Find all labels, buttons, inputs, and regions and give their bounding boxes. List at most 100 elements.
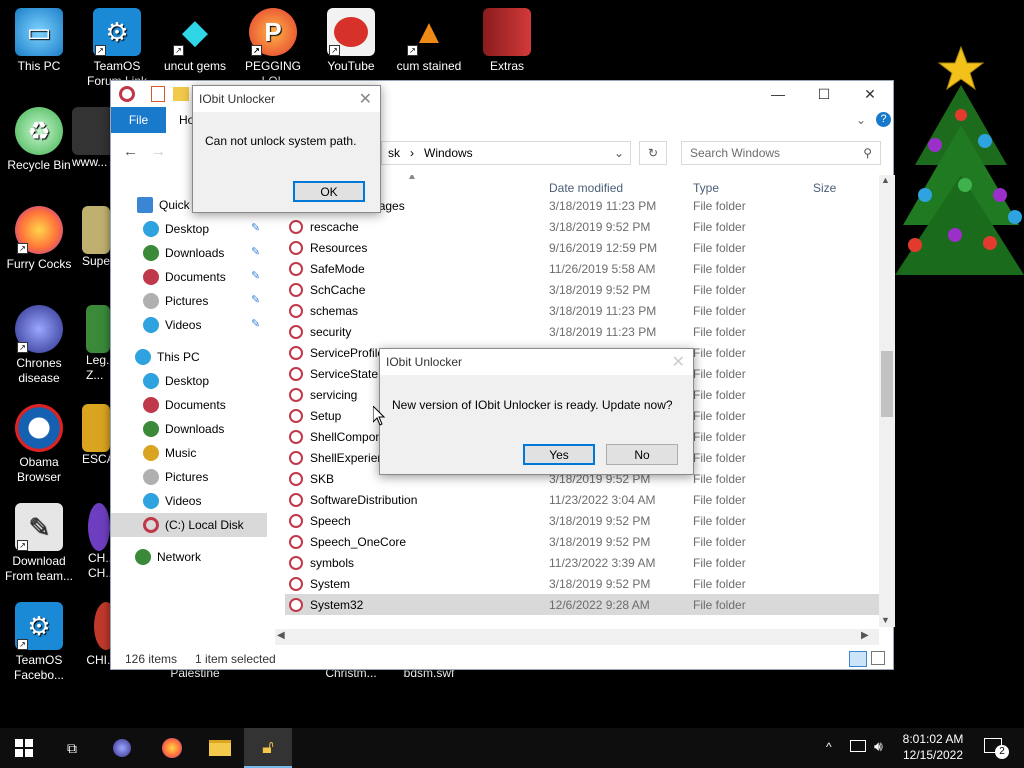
clock[interactable]: 8:01:02 AM 12/15/2022 bbox=[896, 731, 970, 763]
file-name-cell[interactable]: System32 bbox=[289, 597, 363, 612]
file-name-cell[interactable]: SKB bbox=[289, 471, 334, 486]
volume-icon[interactable]: 🔊︎ bbox=[874, 738, 883, 755]
scroll-up-icon[interactable]: ▲ bbox=[881, 175, 890, 185]
desktop-icon-esca[interactable]: ESCA... bbox=[82, 404, 110, 467]
pin-icon[interactable]: ✎ bbox=[251, 221, 260, 234]
desktop-icon-this-pc[interactable]: ▭ This PC bbox=[0, 8, 78, 74]
table-row[interactable]: SchCache 3/18/2019 9:52 PM File folder bbox=[285, 279, 879, 300]
forward-arrow-icon[interactable]: → bbox=[151, 143, 166, 160]
file-name-cell[interactable]: ServiceState bbox=[289, 366, 378, 381]
breadcrumb-separator-icon[interactable]: › bbox=[410, 146, 414, 160]
file-name-cell[interactable]: security bbox=[289, 324, 351, 339]
search-icon[interactable]: ⚲ bbox=[863, 146, 872, 160]
nav-this-pc[interactable]: This PC bbox=[135, 345, 200, 369]
file-name-cell[interactable]: Setup bbox=[289, 408, 341, 423]
pin-icon[interactable]: ✎ bbox=[251, 269, 260, 282]
nav-quick-access[interactable]: Quick a bbox=[137, 193, 200, 217]
desktop-icon-uncut-gems[interactable]: ◆ ↗ uncut gems bbox=[156, 8, 234, 74]
file-name-cell[interactable]: symbols bbox=[289, 555, 354, 570]
file-name-cell[interactable]: servicing bbox=[289, 387, 357, 402]
desktop-icon-teamos-facebook[interactable]: ⚙ ↗ TeamOS Facebo... bbox=[0, 602, 78, 683]
desktop-icon-furry-cocks[interactable]: ↗ Furry Cocks bbox=[0, 206, 78, 272]
taskbar-orb-app[interactable] bbox=[98, 728, 146, 768]
file-name-cell[interactable]: SoftwareDistribution bbox=[289, 492, 417, 507]
details-view-icon[interactable] bbox=[849, 651, 867, 667]
taskbar-firefox[interactable] bbox=[148, 728, 196, 768]
file-name-cell[interactable]: Speech bbox=[289, 513, 351, 528]
desktop-icon-cum-stained[interactable]: ▲ ↗ cum stained bbox=[390, 8, 468, 74]
nav-quick-documents[interactable]: Documents bbox=[143, 265, 226, 289]
horizontal-scrollbar[interactable]: ◀ ▶ bbox=[275, 629, 879, 645]
breadcrumb-current[interactable]: Windows bbox=[424, 146, 473, 160]
maximize-button[interactable]: ☐ bbox=[801, 81, 847, 107]
file-name-cell[interactable]: rescache bbox=[289, 219, 359, 234]
nav-local-disk[interactable]: (C:) Local Disk bbox=[111, 513, 267, 537]
pin-icon[interactable]: ✎ bbox=[251, 317, 260, 330]
refresh-icon[interactable]: ↻ bbox=[639, 141, 667, 165]
desktop-icon-chrones-disease[interactable]: ↗ Chrones disease bbox=[0, 305, 78, 386]
dialog-close-icon[interactable]: ✕ bbox=[359, 89, 372, 109]
vertical-scrollbar[interactable]: ▲ ▼ bbox=[879, 175, 895, 627]
file-name-cell[interactable]: SafeMode bbox=[289, 261, 365, 276]
table-row[interactable]: Speech_OneCore 3/18/2019 9:52 PM File fold… bbox=[285, 531, 879, 552]
desktop-icon-ch-ch[interactable]: CH... CH... bbox=[88, 503, 110, 581]
help-icon[interactable]: ? bbox=[876, 112, 891, 127]
expand-ribbon-icon[interactable]: ⌄ bbox=[856, 113, 866, 127]
nav-quick-desktop[interactable]: Desktop bbox=[143, 217, 209, 241]
file-name-cell[interactable]: Resources bbox=[289, 240, 367, 255]
nav-pc-documents[interactable]: Documents bbox=[143, 393, 226, 417]
file-name-cell[interactable]: SchCache bbox=[289, 282, 365, 297]
desktop-icon-extras[interactable]: Extras bbox=[468, 8, 546, 74]
desktop-icon-download-from-team[interactable]: ✎ ↗ Download From team... bbox=[0, 503, 78, 584]
desktop-icon-obama-browser[interactable]: Obama Browser bbox=[0, 404, 78, 485]
sort-arrow-icon[interactable]: ▲ bbox=[407, 175, 417, 182]
start-button[interactable] bbox=[0, 728, 48, 768]
address-bar[interactable]: sk › Windows ⌄ bbox=[381, 141, 631, 165]
back-arrow-icon[interactable]: ← bbox=[123, 143, 138, 160]
file-name-cell[interactable]: System bbox=[289, 576, 350, 591]
pin-icon[interactable]: ✎ bbox=[251, 293, 260, 306]
nav-quick-downloads[interactable]: Downloads bbox=[143, 241, 224, 265]
file-name-cell[interactable]: ServiceProfile bbox=[289, 345, 384, 360]
minimize-button[interactable]: — bbox=[755, 81, 801, 107]
nav-pc-downloads[interactable]: Downloads bbox=[143, 417, 224, 441]
nav-network[interactable]: Network bbox=[135, 545, 201, 569]
show-hidden-icons-icon[interactable]: ^ bbox=[826, 740, 832, 754]
table-row[interactable]: Resources 9/16/2019 12:59 PM File folder bbox=[285, 237, 879, 258]
table-row[interactable]: SafeMode 11/26/2019 5:58 AM File folder bbox=[285, 258, 879, 279]
desktop-icon-www[interactable]: www... bbox=[72, 107, 112, 170]
table-row[interactable]: symbols 11/23/2022 3:39 AM File folder bbox=[285, 552, 879, 573]
table-row[interactable]: System 3/18/2019 9:52 PM File folder bbox=[285, 573, 879, 594]
close-button[interactable]: ✕ bbox=[847, 81, 893, 107]
search-box[interactable]: Search Windows ⚲ bbox=[681, 141, 881, 165]
desktop-icon-legend-z[interactable]: Leg... Z... bbox=[86, 305, 110, 383]
desktop-icon-recycle-bin[interactable]: ♻ Recycle Bin bbox=[0, 107, 78, 173]
network-icon[interactable] bbox=[850, 740, 866, 752]
taskbar-file-explorer[interactable] bbox=[196, 728, 244, 768]
table-row[interactable]: System32 12/6/2022 9:28 AM File folder bbox=[285, 594, 879, 615]
nav-pc-music[interactable]: Music bbox=[143, 441, 196, 465]
desktop-icon-youtube[interactable]: ↗ YouTube bbox=[312, 8, 390, 74]
file-name-cell[interactable]: schemas bbox=[289, 303, 358, 318]
scroll-right-icon[interactable]: ▶ bbox=[861, 630, 869, 641]
large-icons-view-icon[interactable] bbox=[871, 651, 885, 665]
properties-icon[interactable] bbox=[151, 86, 165, 102]
desktop-icon-pegging[interactable]: P↗ PEGGING LOL bbox=[234, 8, 312, 89]
notification-center-icon[interactable]: 2 bbox=[984, 738, 1009, 759]
taskbar-iobit-unlocker[interactable]: 🔓︎ bbox=[244, 728, 292, 768]
address-dropdown-icon[interactable]: ⌄ bbox=[614, 146, 624, 160]
dialog-close-icon[interactable]: ✕ bbox=[672, 352, 685, 372]
table-row[interactable]: Speech 3/18/2019 9:52 PM File folder bbox=[285, 510, 879, 531]
table-row[interactable]: security 3/18/2019 11:23 PM File folder bbox=[285, 321, 879, 342]
nav-pc-pictures[interactable]: Pictures bbox=[143, 465, 208, 489]
scroll-left-icon[interactable]: ◀ bbox=[277, 630, 285, 641]
column-size[interactable]: Size bbox=[813, 181, 836, 195]
no-button[interactable]: No bbox=[606, 444, 678, 465]
desktop-icon-super[interactable]: Super... bbox=[82, 206, 110, 269]
file-name-cell[interactable]: Speech_OneCore bbox=[289, 534, 406, 549]
ok-button[interactable]: OK bbox=[293, 181, 365, 202]
pin-icon[interactable]: ✎ bbox=[251, 245, 260, 258]
task-view-button[interactable]: ⧉ bbox=[48, 728, 96, 768]
table-row[interactable]: SoftwareDistribution 11/23/2022 3:04 AM Fi… bbox=[285, 489, 879, 510]
nav-quick-videos[interactable]: Videos bbox=[143, 313, 201, 337]
